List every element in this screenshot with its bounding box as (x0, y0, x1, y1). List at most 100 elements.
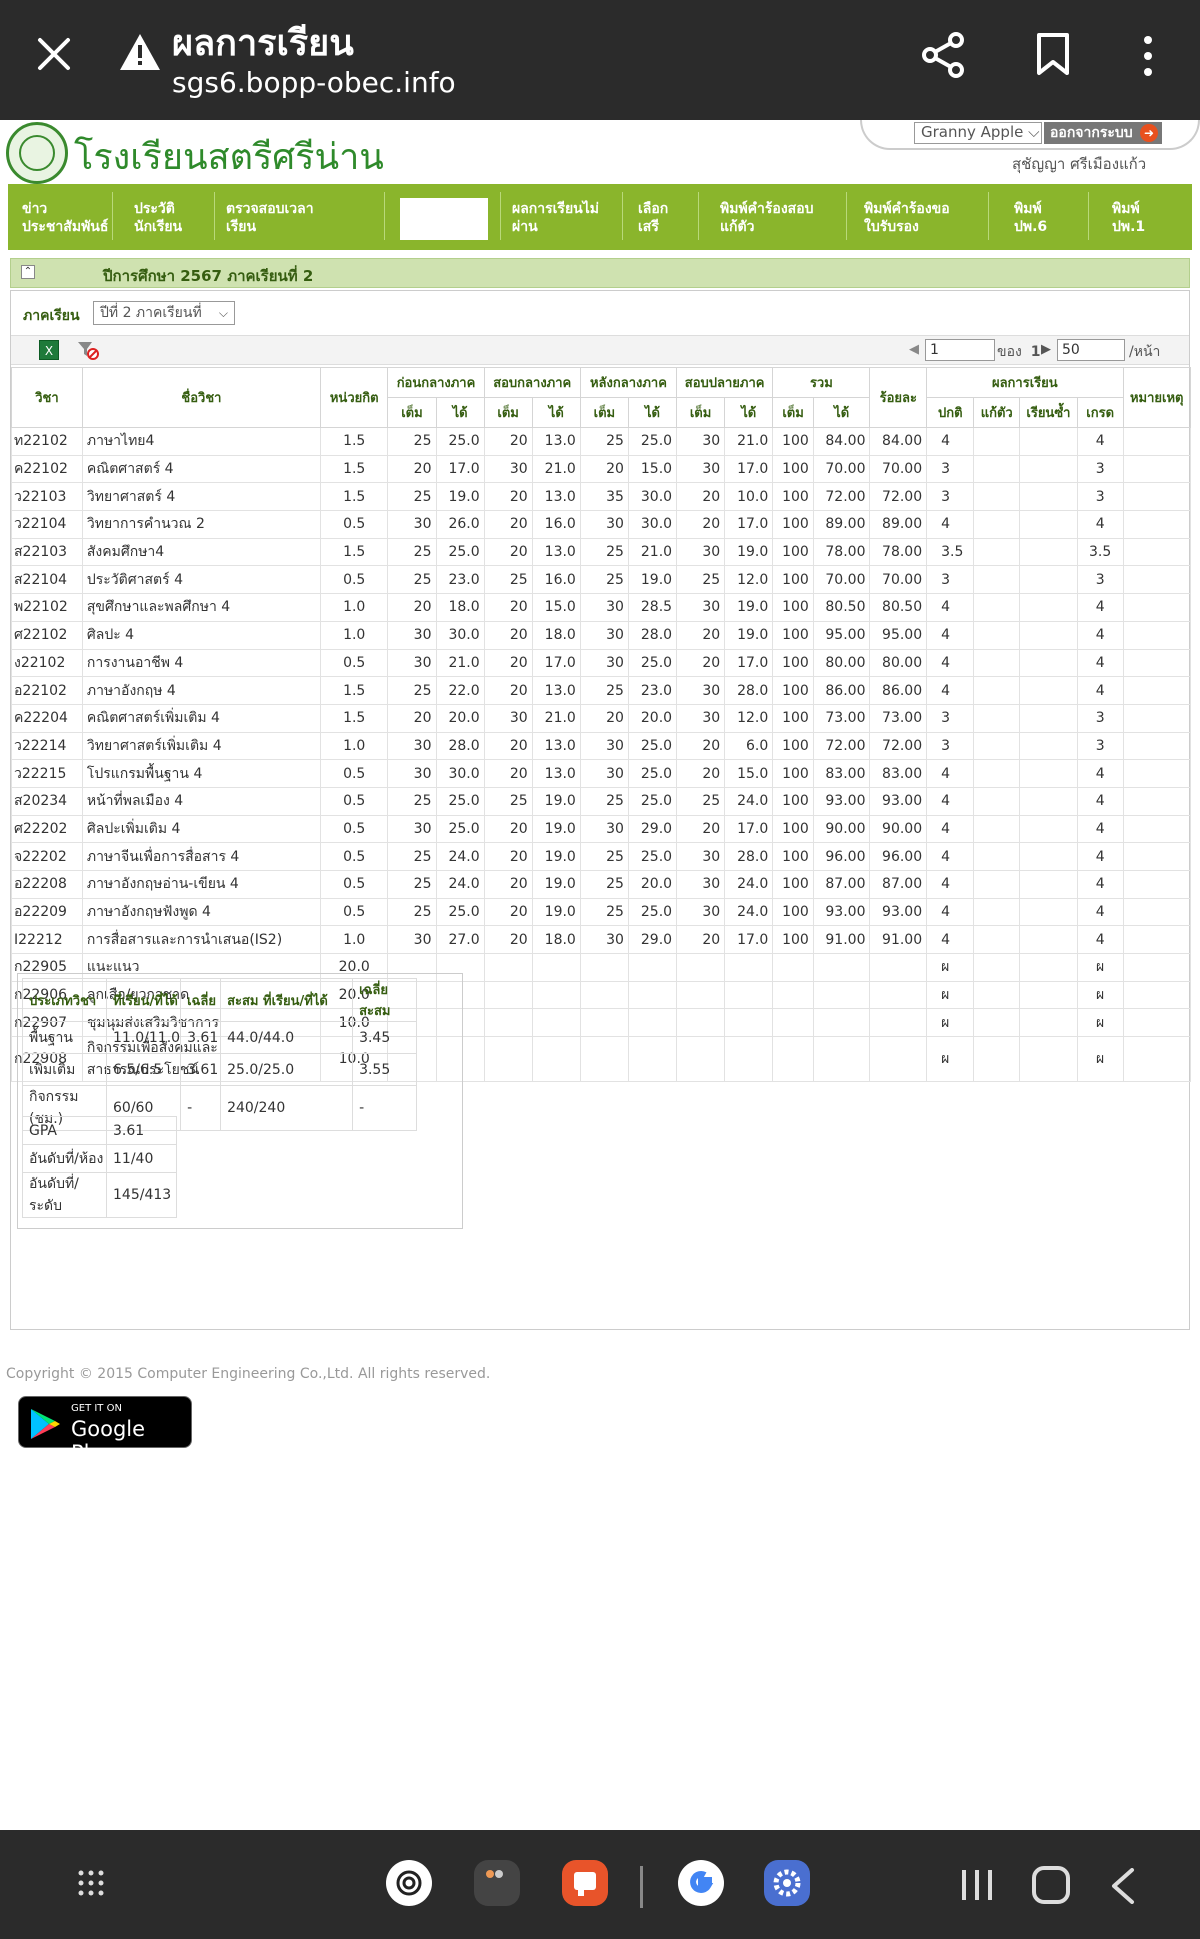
copyright-text: Copyright © 2015 Computer Engineering Co… (6, 1366, 491, 1382)
table-cell: 13.0 (531, 676, 581, 705)
table-cell: 100 (772, 427, 814, 456)
table-cell (1019, 703, 1078, 733)
col-group-total: รวม (772, 367, 871, 398)
page-number-input[interactable]: 1 (925, 339, 995, 361)
table-cell: ผ (926, 1036, 975, 1083)
table-cell: 25.0 (435, 537, 485, 567)
table-cell: 87.00 (869, 870, 928, 899)
table-cell: 20 (387, 454, 437, 484)
note-cell (1122, 537, 1191, 567)
col-full: เต็ม (579, 397, 629, 428)
subject-name: การสื่อสารและการนำเสนอ(IS2) (81, 925, 322, 955)
table-row: ท22102 ภาษาไทย4 1.5 25 25.0 20 13.0 25 25.0 30 21.… (11, 427, 1191, 456)
table-cell: 20 (579, 703, 629, 733)
back-icon[interactable] (1110, 1868, 1136, 1904)
google-play-badge[interactable]: GET IT ON Google Play (18, 1396, 192, 1465)
nav-item-print-pp1[interactable]: พิมพ์ ปพ.1 (1112, 200, 1145, 236)
table-cell: 100 (772, 620, 814, 650)
settings-app-icon[interactable] (764, 1860, 810, 1906)
app-drawer-icon[interactable] (78, 1870, 104, 1896)
subject-code: I22212 (11, 925, 83, 955)
col-group-mid: สอบกลางภาค (483, 367, 581, 398)
table-cell: 30 (676, 897, 726, 927)
nav-item-news[interactable]: ข่าว ประชาสัมพันธ์ (22, 200, 108, 236)
subject-code: ว22103 (11, 482, 83, 512)
nav-item-failed[interactable]: ผลการเรียนไม่ ผ่าน (512, 200, 599, 236)
nav-item-history[interactable]: ประวัติ นักเรียน (134, 200, 182, 236)
table-cell (1019, 1008, 1078, 1038)
subject-name: ภาษาจีนเพื่อการสื่อสาร 4 (81, 842, 322, 871)
table-cell: 25 (579, 842, 629, 871)
prev-page-icon[interactable]: ◀ (909, 342, 919, 357)
table-cell (1019, 620, 1078, 650)
table-row: ง22102 การงานอาชีพ 4 0.5 30 21.0 20 17.0 30 25.0… (11, 648, 1191, 678)
nav-item-print-pp6[interactable]: พิมพ์ ปพ.6 (1014, 200, 1047, 236)
subject-code: ศ22202 (11, 814, 83, 844)
nav-item-retest-form[interactable]: พิมพ์คำร้องสอบ แก้ตัว (720, 200, 814, 236)
table-cell (973, 786, 1021, 816)
table-row: อ22208 ภาษาอังกฤษอ่าน-เขียน 4 0.5 25 24.0 20 1… (11, 870, 1191, 899)
nav-item-elective[interactable]: เลือก เสรี (638, 200, 668, 236)
table-cell: 20 (483, 648, 533, 678)
gpa-value: 3.61 (106, 1116, 177, 1145)
recents-icon[interactable] (960, 1868, 994, 1902)
col-grade: เกรด (1076, 397, 1124, 428)
dock-divider (640, 1866, 643, 1908)
more-options-icon[interactable] (1136, 34, 1160, 78)
table-row: ว22214 วิทยาศาสตร์เพิ่มเติม 4 1.0 30 28.0 20 1… (11, 731, 1191, 761)
bookmark-icon[interactable] (1036, 32, 1070, 76)
warning-icon[interactable] (118, 32, 162, 72)
folder-app-icon[interactable] (474, 1860, 520, 1906)
logout-button[interactable]: ออกจากระบบ ➜ (1044, 122, 1162, 144)
table-cell: 84.00 (869, 427, 928, 456)
semester-label: ภาคเรียน (23, 308, 80, 324)
table-cell: 3.5 (926, 537, 975, 567)
table-cell: 30 (676, 870, 726, 899)
table-cell: 100 (772, 759, 814, 788)
nav-item-certificate-form[interactable]: พิมพ์คำร้องขอ ใบรับรอง (864, 200, 950, 236)
chatgpt-app-icon[interactable] (386, 1860, 432, 1906)
share-icon[interactable] (920, 32, 966, 78)
subject-name: ภาษาอังกฤษอ่าน-เขียน 4 (81, 870, 322, 899)
subject-name: ศิลปะ 4 (81, 620, 322, 650)
collapse-toggle-icon[interactable]: ⌃ (21, 265, 35, 279)
nav-item-grades[interactable]: ผลการ เรียน (414, 200, 455, 236)
table-cell (772, 953, 814, 982)
nav-item-attendance[interactable]: ตรวจสอบเวลา เรียน (226, 200, 314, 236)
table-cell: 1.5 (320, 427, 389, 456)
summary-cell: 3.61 (180, 1021, 222, 1054)
table-cell: 30 (387, 510, 437, 539)
table-cell: 100 (772, 870, 814, 899)
excel-export-icon[interactable]: X (39, 340, 59, 360)
table-cell: 20 (483, 427, 533, 456)
table-cell: 80.00 (812, 648, 871, 678)
semester-select[interactable]: ปีที่ 2 ภาคเรียนที่ ⌵ (93, 301, 235, 325)
table-cell: 10.0 (724, 482, 774, 512)
table-cell: 28.0 (627, 620, 678, 650)
next-page-icon[interactable]: ▶ (1041, 342, 1051, 357)
user-select[interactable]: Granny Apple ⌵ (914, 122, 1042, 144)
clear-filter-icon[interactable] (77, 340, 99, 360)
page-url[interactable]: sgs6.bopp-obec.info (172, 66, 456, 99)
table-cell (973, 593, 1021, 622)
table-cell: 12.0 (724, 565, 774, 595)
page-size-input[interactable]: 50 (1057, 339, 1125, 361)
table-cell: 21.0 (531, 454, 581, 484)
table-cell: 87.00 (812, 870, 871, 899)
google-app-icon[interactable] (678, 1860, 724, 1906)
close-icon[interactable] (36, 36, 72, 72)
table-cell (973, 814, 1021, 844)
table-cell: 4 (926, 620, 975, 650)
gpa-row: อันดับที่/ห้อง 11/40 (22, 1144, 177, 1173)
home-icon[interactable] (1032, 1866, 1070, 1904)
table-cell: 20 (676, 925, 726, 955)
subject-name: ภาษาไทย4 (81, 427, 322, 456)
table-row: ส22103 สังคมศึกษา4 1.5 25 25.0 20 13.0 25 21.0 30… (11, 537, 1191, 567)
table-cell: 16.0 (531, 510, 581, 539)
table-cell: 30 (579, 759, 629, 788)
table-cell: 4 (926, 676, 975, 705)
table-cell: 30 (579, 620, 629, 650)
table-cell: 25 (387, 482, 437, 512)
subject-code: ส20234 (11, 786, 83, 816)
slides-app-icon[interactable] (562, 1860, 608, 1906)
